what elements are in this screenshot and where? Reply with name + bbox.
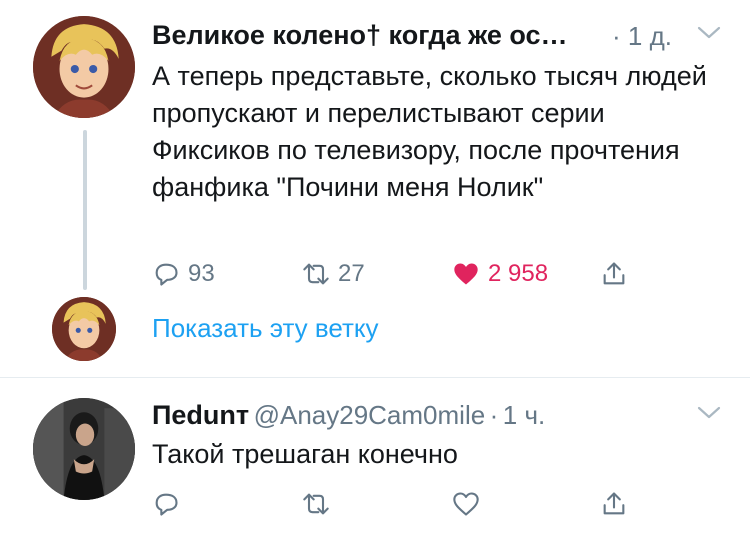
- share-button[interactable]: [600, 490, 628, 518]
- avatar-tweet2[interactable]: [33, 398, 135, 500]
- retweet-icon: [303, 493, 329, 515]
- share-icon: [603, 492, 625, 515]
- tweet2-text: Такой трешаган конечно: [152, 439, 458, 469]
- tweet2-display-name[interactable]: Пedunт: [152, 400, 249, 430]
- avatar-thread[interactable]: [52, 297, 116, 361]
- reply-count: 93: [188, 260, 215, 287]
- tweet1-display-name[interactable]: Великое колено† когда же ос…: [152, 20, 568, 51]
- tweet1-text: А теперь представьте, сколько тысяч люде…: [152, 61, 707, 202]
- retweet-button[interactable]: [302, 490, 330, 518]
- retweet-button[interactable]: 27: [302, 260, 365, 288]
- share-button[interactable]: [600, 260, 628, 288]
- like-count: 2 958: [488, 260, 549, 287]
- heart-filled-icon: [454, 263, 478, 285]
- display-name-suffix: † когда же ос…: [366, 20, 568, 50]
- show-thread-link[interactable]: Показать эту ветку: [152, 313, 379, 344]
- like-button[interactable]: [452, 490, 480, 518]
- tweet1-meta: · 1 д.: [612, 21, 672, 52]
- reply-icon: [155, 493, 178, 516]
- reply-button[interactable]: 93: [152, 260, 215, 288]
- chevron-down-icon[interactable]: [697, 26, 721, 40]
- timestamp[interactable]: 1 д.: [628, 21, 672, 51]
- separator: ·: [612, 21, 621, 51]
- reply-icon: [155, 263, 178, 286]
- thread-line: [83, 130, 87, 290]
- chevron-down-icon[interactable]: [697, 406, 721, 420]
- reply-button[interactable]: [152, 490, 180, 518]
- like-button[interactable]: 2 958: [452, 260, 548, 288]
- timestamp[interactable]: 1 ч.: [503, 400, 545, 430]
- retweet-count: 27: [338, 260, 365, 287]
- tweet2-handle[interactable]: @Anay29Cam0mile: [254, 400, 486, 430]
- display-name-text: Великое колено: [152, 20, 367, 50]
- separator: ·: [489, 400, 499, 430]
- tweet-divider: [0, 377, 750, 378]
- retweet-icon: [303, 263, 329, 285]
- avatar-tweet1[interactable]: [33, 16, 135, 118]
- heart-icon: [453, 492, 479, 516]
- share-icon: [603, 262, 625, 285]
- tweet2-header: Пedunт @Anay29Cam0mile · 1 ч.: [152, 400, 545, 431]
